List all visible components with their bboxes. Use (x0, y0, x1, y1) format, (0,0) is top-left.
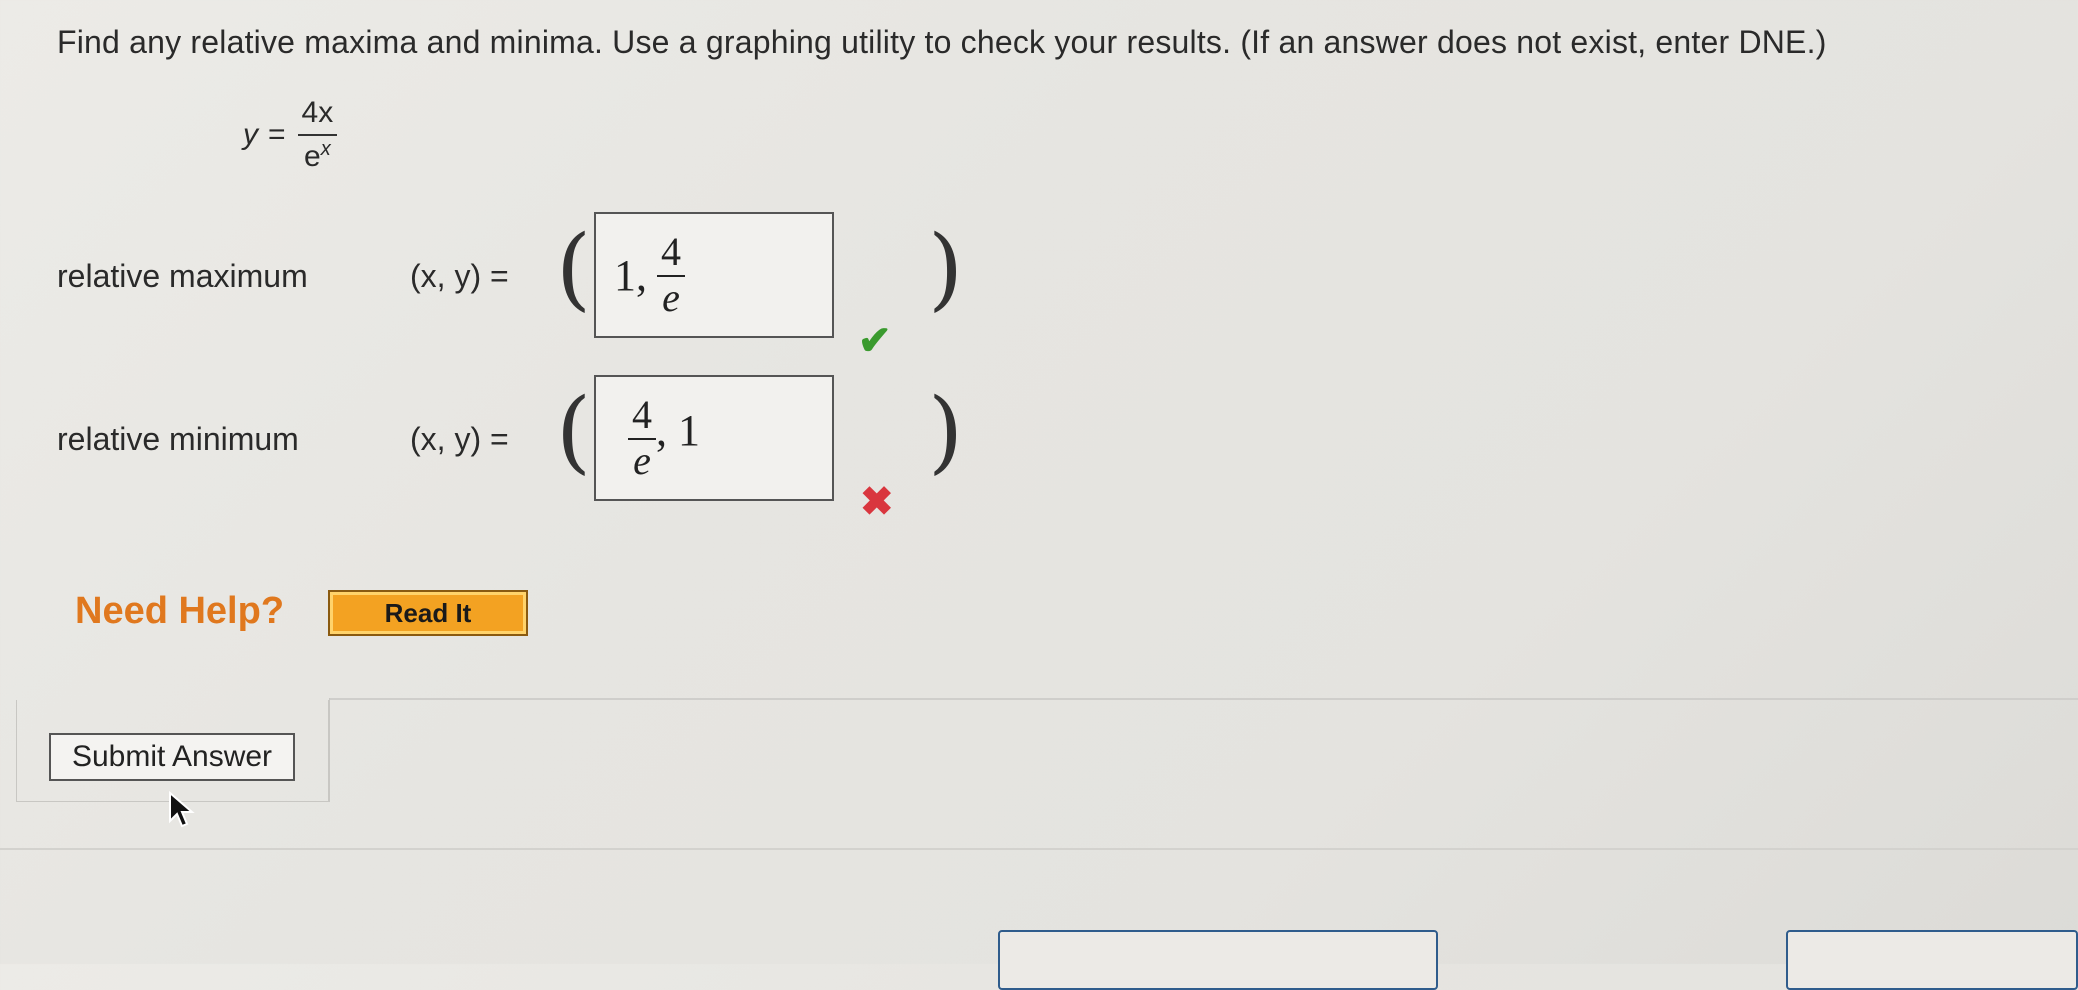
relative-minimum-label: relative minimum (57, 421, 299, 457)
equation: y = 4x ex (243, 96, 338, 174)
mouse-pointer-icon (169, 791, 195, 828)
equation-denominator-base: e (304, 140, 321, 173)
equation-denominator: ex (304, 136, 331, 174)
section-divider (0, 848, 2078, 850)
bottom-box-right[interactable] (1786, 930, 2078, 990)
panel-divider-vertical (329, 698, 330, 802)
answer-fraction: 4 e (657, 231, 685, 319)
x-mark-icon: ✖ (860, 480, 894, 524)
answer-tail: , 1 (656, 405, 700, 455)
question-text: Find any relative maxima and minima. Use… (57, 24, 1827, 60)
read-it-button[interactable]: Read It (328, 590, 528, 636)
close-paren: ) (928, 216, 964, 321)
answer-fraction-numerator: 4 (657, 231, 685, 277)
answer-lead: 1, (614, 250, 647, 300)
answer-fraction: 4 e (628, 394, 656, 482)
relative-maximum-row: relative maximum (x, y) = ( 1, 4 e ✔ ) (0, 212, 1200, 363)
panel-divider (329, 698, 2078, 700)
equation-fraction: 4x ex (297, 96, 338, 174)
close-paren: ) (928, 379, 964, 484)
relative-minimum-xy: (x, y) = (410, 421, 509, 457)
equation-equals: = (268, 118, 286, 151)
check-icon: ✔ (858, 319, 892, 363)
answer-fraction-denominator: e (633, 438, 651, 483)
open-paren: ( (556, 216, 592, 321)
equation-denominator-exponent: x (320, 138, 331, 160)
answer-fraction-numerator: 4 (628, 394, 656, 440)
equation-lhs: y (243, 118, 258, 151)
submit-answer-button[interactable]: Submit Answer (49, 733, 295, 781)
relative-maximum-answer-input[interactable]: 1, 4 e (594, 212, 834, 338)
equation-numerator: 4x (297, 96, 338, 136)
relative-minimum-row: relative minimum (x, y) = ( 4 e , 1 ✖ ) (0, 375, 1200, 524)
relative-minimum-answer-input[interactable]: 4 e , 1 (594, 375, 834, 501)
relative-maximum-xy: (x, y) = (410, 258, 509, 294)
open-paren: ( (556, 379, 592, 484)
relative-maximum-label: relative maximum (57, 258, 308, 294)
bottom-box-left[interactable] (998, 930, 1438, 990)
answer-fraction-denominator: e (662, 275, 680, 320)
need-help-label: Need Help? (75, 590, 285, 632)
